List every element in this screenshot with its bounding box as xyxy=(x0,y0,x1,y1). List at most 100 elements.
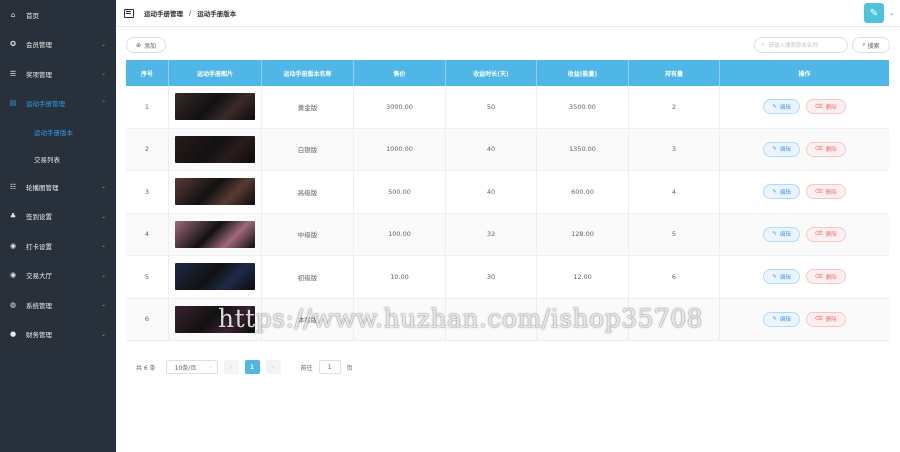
row-price: 500.00 xyxy=(354,171,446,213)
edit-button[interactable]: ✎ 编辑 xyxy=(763,184,800,200)
manual-image[interactable] xyxy=(175,305,255,333)
trash-icon: ⌫ xyxy=(814,231,823,238)
delete-label: 删除 xyxy=(825,232,837,239)
page-size-select[interactable]: 10条/页 ⌄ xyxy=(165,360,218,374)
delete-button[interactable]: ⌫ 删除 xyxy=(805,269,846,285)
sidebar-item-6[interactable]: ♣ 签到设置 ⌄ xyxy=(0,202,116,232)
delete-button[interactable]: ⌫ 删除 xyxy=(805,226,846,242)
manual-image[interactable] xyxy=(175,93,255,121)
row-income: 3500.00 xyxy=(537,86,629,128)
sidebar-item-label: 奖项管理 xyxy=(26,70,52,79)
manual-image[interactable] xyxy=(175,178,255,206)
trash-icon: ⌫ xyxy=(814,188,823,195)
chevron-down-icon[interactable]: ⌄ xyxy=(889,10,894,17)
manual-image[interactable] xyxy=(175,220,255,248)
delete-button[interactable]: ⌫ 删除 xyxy=(805,311,846,327)
row-holding: 3 xyxy=(629,128,720,170)
edit-button[interactable]: ✎ 编辑 xyxy=(763,99,800,115)
menu-toggle-icon[interactable] xyxy=(124,8,134,18)
sidebar-item-9[interactable]: ◍ 系统管理 ⌄ xyxy=(0,290,116,320)
sidebar-item-4[interactable]: ▤ 运动手册管理 ⌃ xyxy=(0,89,116,119)
search-input[interactable]: ⌕ 请输入搜索版本名称 xyxy=(754,37,848,53)
page-number-current[interactable]: 1 xyxy=(244,360,260,374)
sidebar-item-label: 打卡设置 xyxy=(26,242,52,251)
row-version-name: 黄金版 xyxy=(262,86,354,128)
finance-icon: ● xyxy=(9,330,17,339)
row-index: 2 xyxy=(126,128,169,170)
table-row: 6 体验版 ✎ 编辑 ⌫ 删除 xyxy=(126,298,889,341)
sidebar-subitem-1[interactable]: 运动手册版本 xyxy=(0,118,116,145)
prev-page-button[interactable]: ‹ xyxy=(223,360,239,374)
edit-button[interactable]: ✎ 编辑 xyxy=(763,311,800,327)
manual-image[interactable] xyxy=(175,263,255,291)
list-icon: ☰ xyxy=(9,69,17,78)
sidebar-item-label: 会员管理 xyxy=(26,41,52,50)
edit-button[interactable]: ✎ 编辑 xyxy=(763,141,800,157)
plus-circle-icon: ⊕ xyxy=(135,41,141,49)
sidebar: ⌂ 首页 ✪ 会员管理 ⌄ ☰ 奖项管理 ⌄ ▤ 运动手册管理 ⌃ 运动手册版本 交易列表 ☷ 轮播图管理 ⌄… xyxy=(0,0,116,452)
trash-icon: ⌫ xyxy=(814,273,823,280)
row-thumbnail-cell xyxy=(169,171,262,213)
table-header: 序号 运动手册图片 运动手册版本名称 售价 收益时长(天) 收益(能量) 持有量 操作 xyxy=(126,60,889,86)
column-header: 运动手册图片 xyxy=(169,60,262,86)
goto-page-input[interactable]: 1 xyxy=(318,360,341,374)
chevron-down-icon: ⌄ xyxy=(100,242,106,250)
sidebar-item-1[interactable]: ⌂ 首页 xyxy=(0,0,116,30)
toolbar: ⊕ 添加 ⌕ 请输入搜索版本名称 ⌕ 搜索 xyxy=(126,37,890,53)
breadcrumb-current: 运动手册版本 xyxy=(197,10,237,18)
table-row: 3 高级版 500.00 40 600.00 4 ✎ 编辑 ⌫ 删除 xyxy=(126,171,889,214)
next-page-button[interactable]: › xyxy=(265,360,281,374)
table-row: 2 白银版 1000.00 40 1350.00 3 ✎ 编辑 ⌫ 删除 xyxy=(126,128,889,171)
edit-button[interactable]: ✎ 编辑 xyxy=(763,226,800,242)
page-size-value: 10条/页 xyxy=(174,364,197,372)
row-thumbnail-cell xyxy=(169,128,262,170)
total-count: 共 6 条 xyxy=(136,364,156,372)
column-header: 持有量 xyxy=(629,60,720,86)
row-days: 30 xyxy=(446,256,537,298)
delete-label: 删除 xyxy=(825,189,837,196)
member-icon: ✪ xyxy=(10,40,16,49)
row-version-name: 中级版 xyxy=(262,213,354,255)
row-income: 600.00 xyxy=(537,171,629,213)
user-avatar[interactable]: ✎ xyxy=(864,3,884,23)
manual-image[interactable] xyxy=(175,135,255,163)
row-days: 40 xyxy=(446,171,537,213)
delete-button[interactable]: ⌫ 删除 xyxy=(805,141,846,157)
delete-button[interactable]: ⌫ 删除 xyxy=(805,99,846,115)
row-holding: 2 xyxy=(629,86,720,128)
sidebar-item-7[interactable]: ◉ 打卡设置 ⌄ xyxy=(0,231,116,261)
avatar-icon: ✎ xyxy=(869,7,879,19)
breadcrumb-parent[interactable]: 运动手册管理 xyxy=(144,8,183,18)
pagination: 共 6 条 10条/页 ⌄ ‹ 1 › 前往 1 页 xyxy=(136,360,353,374)
sidebar-item-3[interactable]: ☰ 奖项管理 ⌄ xyxy=(0,59,116,89)
row-thumbnail-cell xyxy=(169,213,262,255)
edit-icon: ✎ xyxy=(772,103,777,110)
breadcrumb-separator: / xyxy=(189,9,192,17)
edit-button[interactable]: ✎ 编辑 xyxy=(763,269,800,285)
delete-button[interactable]: ⌫ 删除 xyxy=(805,184,846,200)
row-days: 32 xyxy=(446,213,537,255)
sidebar-item-10[interactable]: ● 财务管理 ⌄ xyxy=(0,320,116,350)
chevron-down-icon: ⌄ xyxy=(100,183,106,191)
row-actions: ✎ 编辑 ⌫ 删除 xyxy=(720,299,889,341)
delete-label: 删除 xyxy=(825,104,837,111)
add-button[interactable]: ⊕ 添加 xyxy=(126,37,166,53)
trash-icon: ⌫ xyxy=(814,146,823,153)
sidebar-item-5[interactable]: ☷ 轮播图管理 ⌄ xyxy=(0,172,116,202)
table-body: 1 黄金版 3000.00 50 3500.00 2 ✎ 编辑 ⌫ 删除 2 白银版 1000.00 40… xyxy=(126,86,889,341)
chevron-up-icon: ⌃ xyxy=(100,99,106,107)
sidebar-item-8[interactable]: ◉ 交易大厅 ⌄ xyxy=(0,261,116,291)
row-actions: ✎ 编辑 ⌫ 删除 xyxy=(720,171,889,213)
table-row: 4 中级版 100.00 32 128.00 5 ✎ 编辑 ⌫ 删除 xyxy=(126,213,889,256)
search-button[interactable]: ⌕ 搜索 xyxy=(852,37,890,53)
sidebar-item-2[interactable]: ✪ 会员管理 ⌄ xyxy=(0,30,116,60)
row-income: 12.00 xyxy=(537,256,629,298)
row-holding: 6 xyxy=(629,256,720,298)
sidebar-item-label: 签到设置 xyxy=(26,213,52,222)
sidebar-subitem-2[interactable]: 交易列表 xyxy=(0,145,116,172)
row-index: 4 xyxy=(126,213,169,255)
home-icon: ⌂ xyxy=(10,10,16,19)
edit-label: 编辑 xyxy=(779,189,791,196)
row-index: 6 xyxy=(126,298,169,340)
row-actions: ✎ 编辑 ⌫ 删除 xyxy=(720,86,889,128)
